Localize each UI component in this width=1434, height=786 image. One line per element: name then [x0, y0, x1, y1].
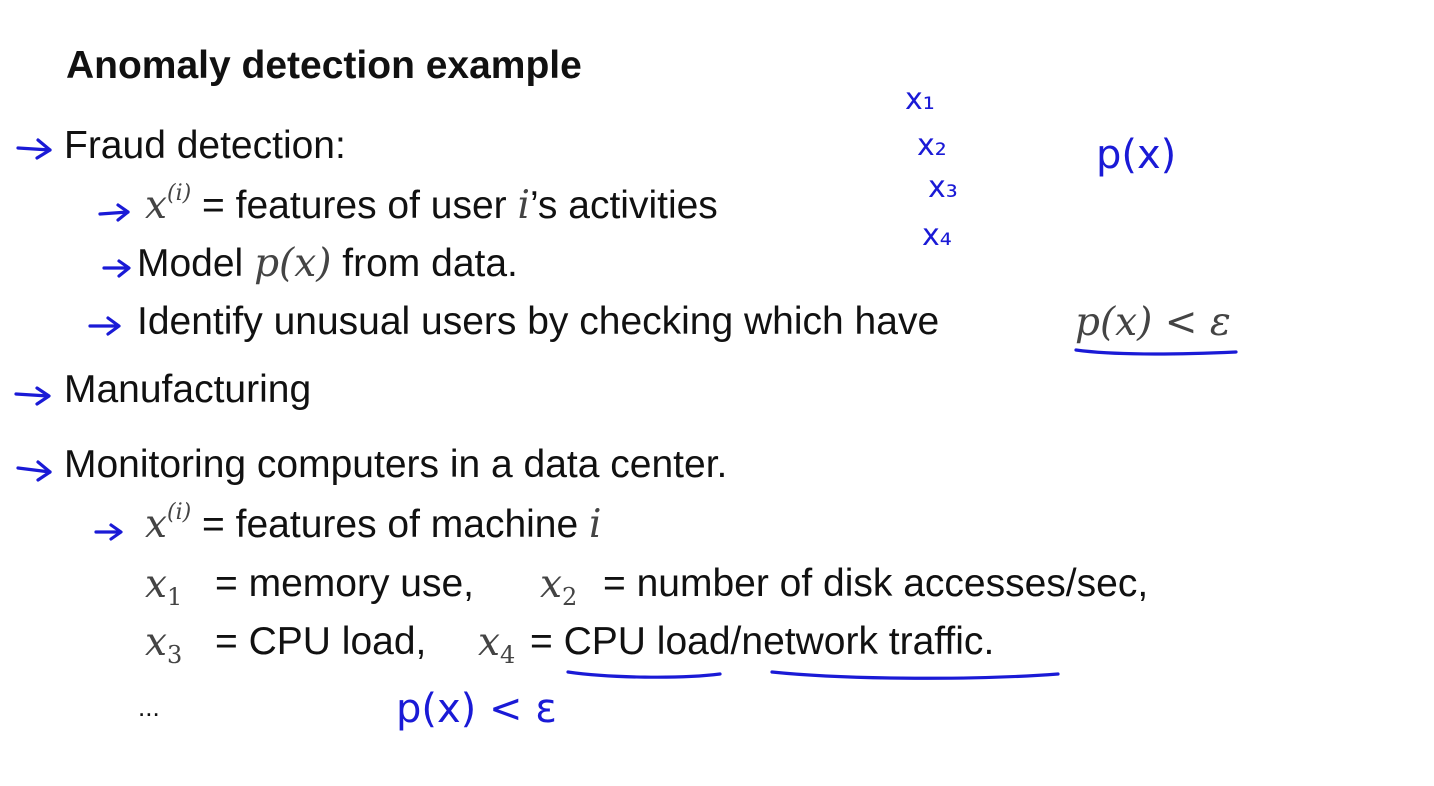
arrow-icon [88, 316, 121, 336]
underline [770, 670, 1060, 680]
arrow-icon [98, 203, 130, 222]
arrow-icon [16, 460, 52, 482]
arrow-icon [16, 138, 52, 160]
arrow-icon [102, 259, 131, 278]
handwritten-ink-layer [14, 138, 1238, 680]
arrow-icon [14, 386, 51, 406]
slide: Anomaly detection example Fraud detectio… [0, 0, 1434, 786]
underline [1074, 348, 1238, 356]
underline [566, 670, 722, 679]
arrow-icon [94, 523, 123, 541]
